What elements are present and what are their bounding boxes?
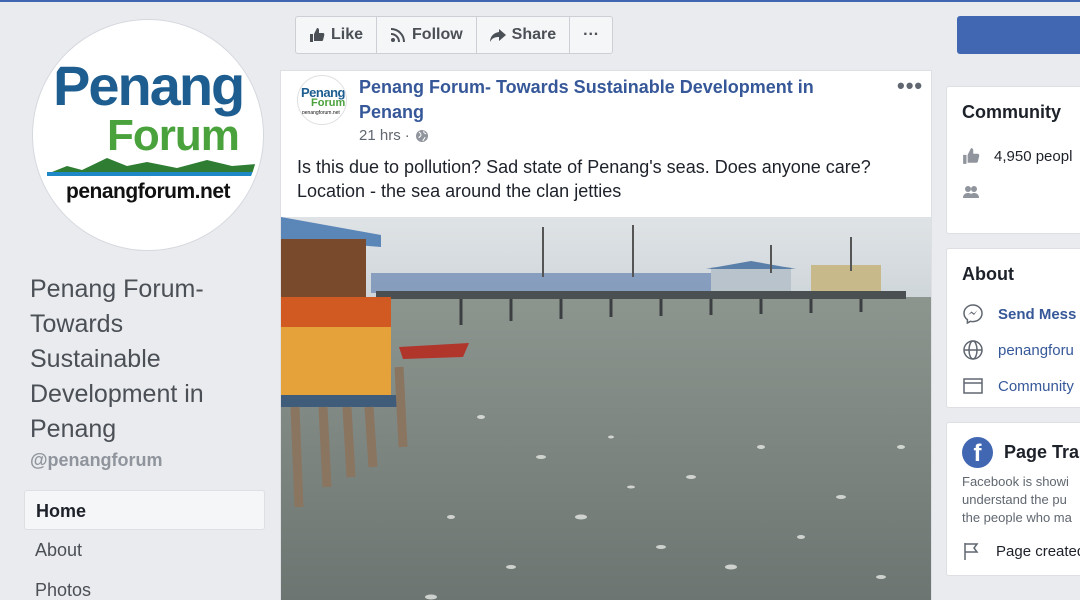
globe-icon xyxy=(415,129,428,142)
page-username[interactable]: @penangforum xyxy=(30,450,163,471)
page-created-text: Page created xyxy=(996,542,1080,560)
avatar-text-url: penangforum.net xyxy=(302,110,340,116)
post-author-avatar[interactable]: Penang Forum penangforum.net xyxy=(297,75,347,125)
meta-separator: · xyxy=(404,127,410,144)
community-card: Community 4,950 peopl xyxy=(946,86,1080,234)
page-transparency-card: f Page Tra Facebook is showi understand … xyxy=(946,422,1080,576)
page-title: Penang Forum- Towards Sustainable Develo… xyxy=(30,275,204,443)
post-timestamp[interactable]: 21 hrs xyxy=(359,127,401,144)
follow-label: Follow xyxy=(412,26,463,43)
share-button[interactable]: Share xyxy=(477,17,571,53)
post-meta: 21 hrs · xyxy=(359,127,429,144)
more-actions-button[interactable]: ··· xyxy=(570,17,612,53)
people-icon xyxy=(963,186,979,198)
page-action-bar: Like Follow Share ··· xyxy=(295,16,614,54)
about-message-row[interactable]: Send Mess xyxy=(962,303,1076,325)
about-title: About xyxy=(962,264,1014,284)
about-website-row[interactable]: penangforu xyxy=(962,339,1074,361)
category-icon xyxy=(963,378,983,394)
post-author-name[interactable]: Penang Forum- Towards Sustainable Develo… xyxy=(359,75,859,125)
transparency-line-2: understand the pu xyxy=(962,492,1067,507)
transparency-line-1: Facebook is showi xyxy=(962,474,1069,489)
like-button[interactable]: Like xyxy=(296,17,378,53)
post-card: Penang Forum penangforum.net Penang Foru… xyxy=(280,70,932,600)
post-text-line-2: Location - the sea around the clan jetti… xyxy=(297,181,622,201)
thumbs-up-icon xyxy=(963,148,980,164)
page-created-row: Page created xyxy=(962,541,1080,561)
share-label: Share xyxy=(511,26,557,43)
left-column: Penang Forum penangforum.net Penang Foru… xyxy=(0,2,280,600)
send-message-button[interactable] xyxy=(957,16,1080,54)
logo-url-text: penangforum.net xyxy=(66,180,231,203)
community-title: Community xyxy=(962,102,1061,122)
profile-picture[interactable]: Penang Forum penangforum.net xyxy=(33,20,263,250)
community-follows-row xyxy=(962,183,994,201)
avatar-text-forum: Forum xyxy=(311,97,346,109)
nav-item-home[interactable]: Home xyxy=(24,490,265,530)
community-likes-count: 4,950 peopl xyxy=(994,147,1073,165)
nav-item-about[interactable]: About xyxy=(24,530,265,570)
transparency-description: Facebook is showi understand the pu the … xyxy=(962,473,1080,527)
website-link[interactable]: penangforu xyxy=(998,342,1074,359)
like-icon xyxy=(310,28,325,42)
about-card: About Send Mess penangforu Community xyxy=(946,248,1080,408)
category-link[interactable]: Community xyxy=(998,378,1074,395)
follow-icon xyxy=(390,28,406,43)
facebook-icon: f xyxy=(962,437,993,468)
page-nav: Home About Photos xyxy=(24,490,265,600)
community-likes-row: 4,950 peopl xyxy=(962,147,1072,165)
flag-icon xyxy=(964,543,979,560)
logo-hills-graphic xyxy=(47,158,257,176)
post-text-line-1: Is this due to pollution? Sad state of P… xyxy=(297,157,871,177)
post-options-button[interactable]: ••• xyxy=(897,73,923,99)
website-icon xyxy=(963,340,983,360)
send-message-link[interactable]: Send Mess xyxy=(998,306,1076,323)
like-label: Like xyxy=(331,26,364,43)
messenger-icon xyxy=(963,304,983,325)
post-photo-sea-jetty[interactable] xyxy=(281,217,931,600)
transparency-title: Page Tra xyxy=(1004,442,1080,462)
share-icon xyxy=(489,29,506,42)
logo-text-penang: Penang xyxy=(53,54,245,117)
follow-button[interactable]: Follow xyxy=(377,17,477,53)
post-text: Is this due to pollution? Sad state of P… xyxy=(297,155,917,203)
nav-item-photos[interactable]: Photos xyxy=(24,570,265,600)
more-actions-label: ··· xyxy=(583,26,600,43)
about-category-row[interactable]: Community xyxy=(962,375,1074,397)
transparency-line-3: the people who ma xyxy=(962,510,1072,525)
